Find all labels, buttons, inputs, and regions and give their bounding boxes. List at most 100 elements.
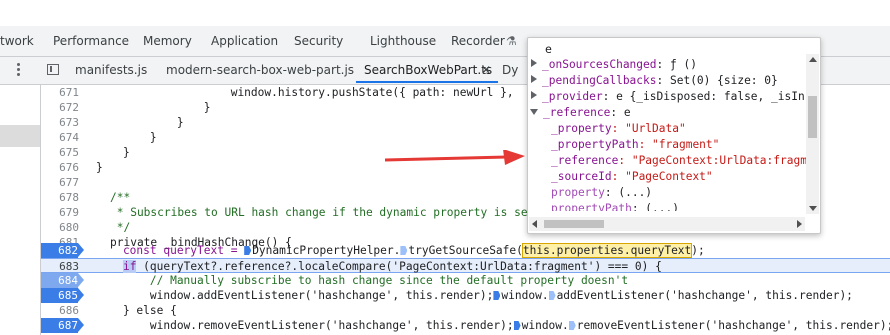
line-number[interactable]: 677 [41,175,79,190]
line-number[interactable]: 678 [41,190,79,205]
inline-breakpoint-icon[interactable] [513,321,521,330]
scroll-thumb[interactable] [808,96,817,138]
expand-arrow-icon[interactable] [531,75,537,83]
line-number[interactable]: 676 [41,160,79,175]
tab-memory[interactable]: Memory [143,34,192,48]
scroll-right-arrow-icon[interactable] [797,220,802,228]
property-value: : "UrlData" [611,122,686,135]
code-line: 684 // Manually subscribe to hash change… [41,273,890,288]
line-number[interactable]: 679 [41,205,79,220]
inline-breakpoint-icon[interactable] [493,291,501,300]
inline-breakpoint-icon[interactable] [568,321,576,330]
file-tab-searchbox-webpart[interactable]: SearchBoxWebPart.ts [364,63,492,77]
code-line-breakpoint: 682 const queryText = DynamicPropertyHel… [41,243,890,258]
object-property-row[interactable]: property: (...) [551,185,652,201]
file-tab-manifests[interactable]: manifests.js [75,63,147,77]
scroll-thumb[interactable] [544,220,604,228]
horizontal-scrollbar[interactable] [529,217,805,231]
property-key: _property [551,122,612,135]
line-number[interactable]: 672 [41,100,79,115]
property-key: _sourceId [551,170,612,183]
breakpoint-marker[interactable]: 687 [41,318,84,333]
code-text: } [96,146,130,159]
code-text: } [96,161,103,174]
scroll-left-arrow-icon[interactable] [532,220,537,228]
line-number[interactable]: 673 [41,115,79,130]
code-segment: (queryText?.reference?.localeCompare('Pa… [136,260,662,273]
code-segment: tryGetSourceSafe( [408,244,523,257]
code-segment: window.removeEventListener('hashchange',… [96,319,514,332]
line-number[interactable]: 674 [41,130,79,145]
code-segment: addEventListener('hashchange', this.rend… [556,289,853,302]
expand-arrow-icon[interactable] [531,91,537,99]
line-number[interactable]: 675 [41,145,79,160]
line-number[interactable]: 671 [41,85,79,100]
variable-inspector-popover[interactable]: e _onSourcesChanged: ƒ () _pendingCallba… [527,37,821,234]
tab-recorder[interactable]: Recorder [451,34,505,48]
navigator-selected-item[interactable] [0,125,40,147]
tab-network[interactable]: twork [0,34,34,48]
object-property-row[interactable]: _sourceId: "PageContext" [551,169,713,185]
hovered-expression[interactable]: this.properties.queryText [521,243,693,258]
more-options-icon[interactable] [17,63,21,78]
property-value: : e {_isDisposed: false, _isIn [602,90,805,103]
code-comment: */ [110,221,131,234]
property-value: : "fragment" [638,138,720,151]
popover-header: e [545,42,552,56]
property-value: : "PageContext" [611,170,713,183]
flask-icon: ⚗ [506,34,517,48]
code-comment: // Manually subscribe to hash change sin… [96,274,629,287]
code-comment: /** [110,191,131,204]
breakpoint-marker[interactable]: 685 [41,288,84,303]
object-property-row[interactable]: _reference: "PageContext:UrlData:fragm [551,153,807,169]
object-property-row-expanded[interactable]: _reference: e [530,105,631,121]
code-text: const queryText = DynamicPropertyHelper.… [96,243,705,258]
property-key: property [551,186,605,199]
file-tab-dy[interactable]: Dy [502,63,518,77]
tab-performance[interactable]: Performance [53,34,129,48]
vertical-scrollbar[interactable] [806,54,819,214]
line-number[interactable]: 683 [41,259,79,274]
tab-application[interactable]: Application [211,34,278,48]
code-keyword: if [122,260,137,273]
code-comment: * Subscribes to URL hash change if the d… [110,206,535,219]
code-text: if (queryText?.reference?.localeCompare(… [96,259,662,274]
code-text: } [96,131,157,144]
active-tab-indicator [356,81,498,83]
inline-breakpoint-icon[interactable] [400,246,408,255]
breakpoint-marker[interactable]: 682 [41,243,84,258]
object-property-row[interactable]: _provider: e {_isDisposed: false, _isIn [531,89,805,105]
code-segment: window. [521,319,569,332]
collapse-arrow-icon[interactable] [530,109,538,115]
code-line-breakpoint: 687 window. removeEventListener('hashchan… [41,318,890,333]
inline-breakpoint-icon[interactable] [244,246,252,255]
property-key: _pendingCallbacks [542,74,657,87]
code-segment: ); [691,244,705,257]
expand-arrow-icon[interactable] [531,59,537,67]
object-property-row[interactable]: _onSourcesChanged: ƒ () [531,57,697,73]
code-line: 686 } else { [41,303,890,318]
breakpoint-marker[interactable]: 684 [41,273,84,288]
scroll-down-arrow-icon[interactable] [809,206,817,211]
toggle-navigator-icon[interactable] [47,64,59,75]
code-line-current-execution: 683 if (queryText?.reference?.localeComp… [41,258,890,273]
object-property-row[interactable]: _propertyPath: "fragment" [551,137,719,153]
red-arrow-annotation [385,150,525,165]
object-property-row[interactable]: _pendingCallbacks: Set(0) {size: 0} [531,73,778,89]
property-key: _reference [551,154,619,167]
property-value: : (...) [604,186,653,199]
line-number[interactable]: 686 [41,303,79,318]
close-tab-icon[interactable]: ✕ [481,63,491,77]
line-number[interactable]: 680 [41,220,79,235]
property-key: propertyPath [551,202,632,211]
scroll-up-arrow-icon[interactable] [809,57,817,62]
object-property-row[interactable]: propertyPath: (...) [551,201,679,211]
object-property-row[interactable]: _property: "UrlData" [551,121,686,137]
tab-security[interactable]: Security [294,34,343,48]
file-tab-modern-search-box[interactable]: modern-search-box-web-part.js [166,63,354,77]
code-text: window.history.pushState({ path: newUrl … [96,86,514,99]
navigator-pane [0,85,41,335]
inline-breakpoint-icon[interactable] [548,291,556,300]
tab-lighthouse[interactable]: Lighthouse [370,34,436,48]
property-value: : ƒ () [656,58,697,71]
